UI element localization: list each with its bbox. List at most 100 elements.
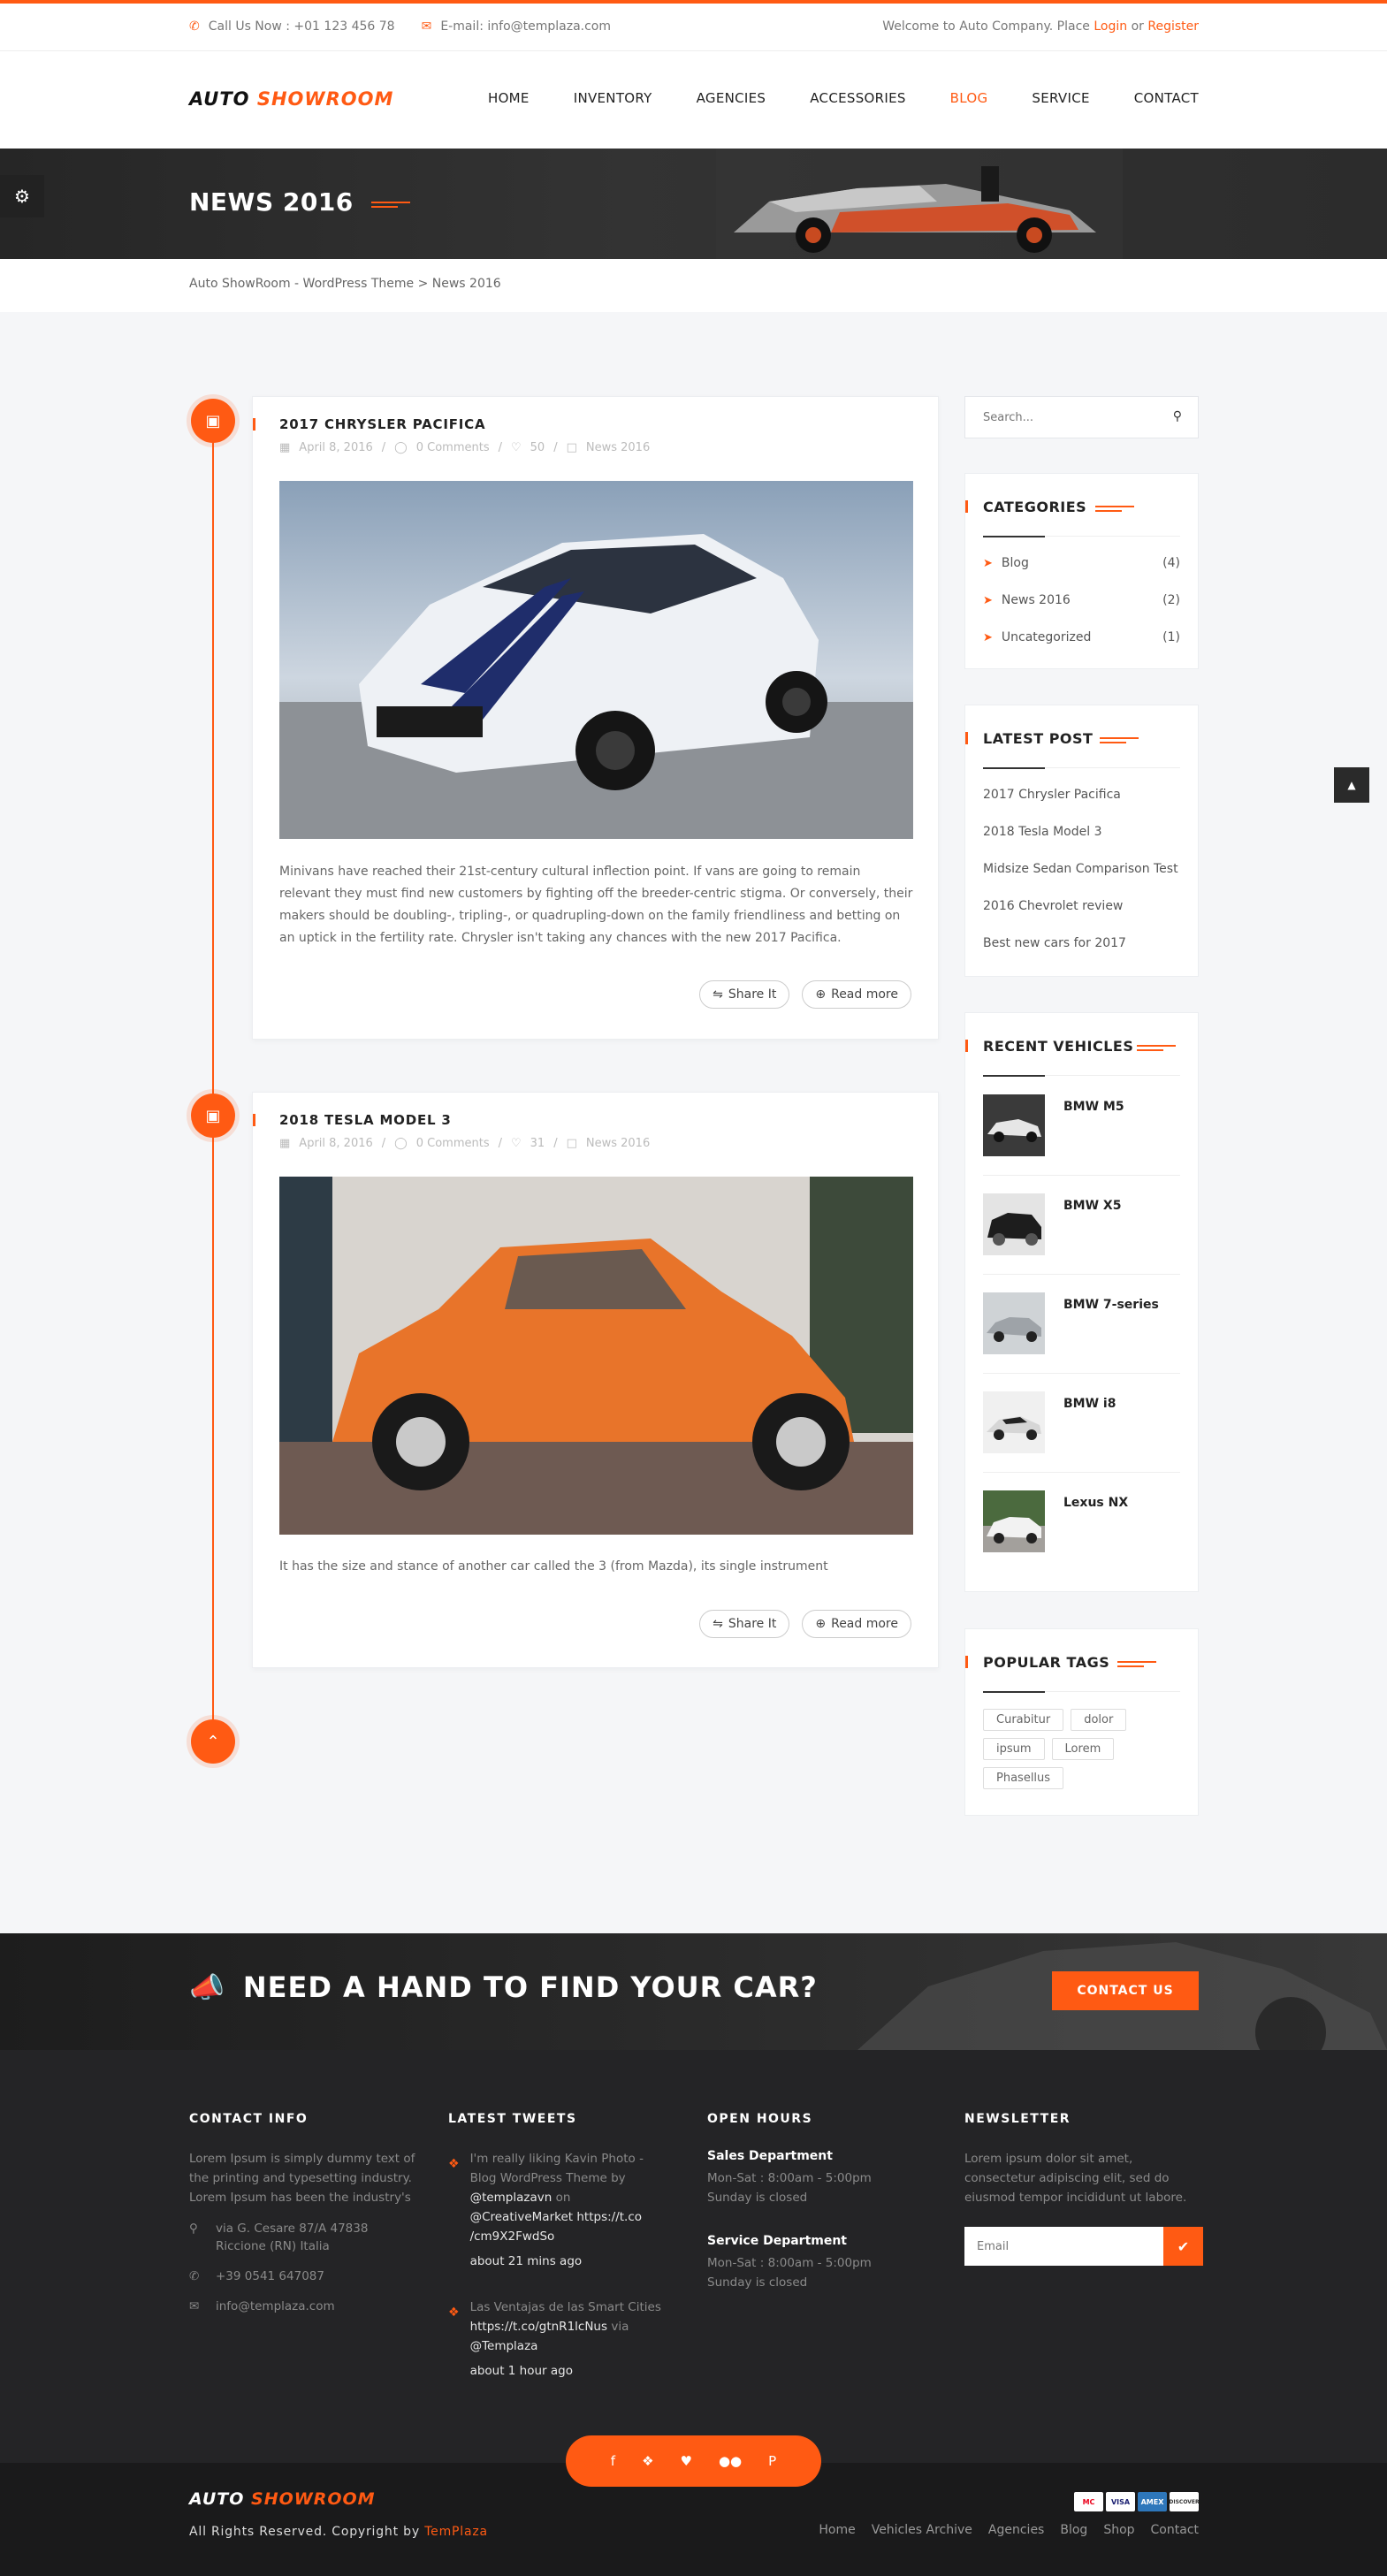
login-link[interactable]: Login xyxy=(1094,19,1127,34)
register-link[interactable]: Register xyxy=(1147,19,1199,34)
facebook-icon[interactable]: f xyxy=(611,2453,615,2469)
department-name: Service Department xyxy=(707,2234,847,2248)
heart-icon[interactable]: ♥ xyxy=(681,2453,692,2469)
tweet-mention[interactable]: @templazavn xyxy=(470,2191,553,2205)
latest-post-link[interactable]: Best new cars for 2017 xyxy=(983,936,1126,950)
tag-link[interactable]: Curabitur xyxy=(983,1709,1064,1731)
footer-link-home[interactable]: Home xyxy=(819,2523,855,2537)
post-title[interactable]: 2018 TESLA MODEL 3 xyxy=(279,1112,452,1128)
vehicle-item[interactable]: BMW M5 xyxy=(983,1077,1180,1176)
vehicle-thumbnail[interactable] xyxy=(983,1391,1045,1453)
vehicle-thumbnail[interactable] xyxy=(983,1490,1045,1552)
category-item[interactable]: ➤ Uncategorized (1) xyxy=(983,630,1180,644)
nav-agencies[interactable]: AGENCIES xyxy=(697,90,766,106)
nav-contact[interactable]: CONTACT xyxy=(1134,90,1199,106)
breadcrumb-home[interactable]: Auto ShowRoom - WordPress Theme xyxy=(189,277,414,291)
payment-cards: MC VISA AMEX DISCOVER xyxy=(1074,2492,1200,2511)
call-to-action-band: 📣 NEED A HAND TO FIND YOUR CAR? CONTACT U… xyxy=(0,1933,1387,2050)
latest-post-link[interactable]: 2017 Chrysler Pacifica xyxy=(983,788,1121,802)
department-name: Sales Department xyxy=(707,2149,833,2163)
envelope-icon: ✉ xyxy=(189,2299,200,2313)
vehicle-item[interactable]: BMW X5 xyxy=(983,1176,1180,1275)
site-logo[interactable]: AUTO SHOWROOM xyxy=(189,88,393,110)
footer-link-agencies[interactable]: Agencies xyxy=(988,2523,1044,2537)
title-decoration xyxy=(371,202,410,209)
page-title-banner: ⚙ NEWS 2016 xyxy=(0,149,1387,259)
white-mustang-image[interactable] xyxy=(279,481,913,839)
nav-service[interactable]: SERVICE xyxy=(1032,90,1089,106)
newsletter-email-input[interactable] xyxy=(964,2227,1163,2266)
caret-up-icon: ▲ xyxy=(1347,779,1356,791)
footer-link-vehicles-archive[interactable]: Vehicles Archive xyxy=(872,2523,972,2537)
read-more-button[interactable]: ⊕ Read more xyxy=(802,980,911,1009)
vehicle-thumbnail[interactable] xyxy=(983,1094,1045,1156)
nav-accessories[interactable]: ACCESSORIES xyxy=(810,90,905,106)
site-header: AUTO SHOWROOM HOME INVENTORY AGENCIES AC… xyxy=(0,51,1387,149)
footer-link-blog[interactable]: Blog xyxy=(1060,2523,1087,2537)
post-marker xyxy=(253,418,255,431)
widget-title: CATEGORIES xyxy=(983,499,1087,515)
tweet-mention[interactable]: @Templaza xyxy=(470,2339,538,2353)
map-marker-icon: ⚲ xyxy=(189,2222,198,2236)
nav-inventory[interactable]: INVENTORY xyxy=(574,90,652,106)
newsletter-form: ✔ xyxy=(964,2227,1203,2266)
vehicle-item[interactable]: BMW i8 xyxy=(983,1374,1180,1473)
vehicle-thumbnail[interactable] xyxy=(983,1292,1045,1354)
tweet-link[interactable]: @CreativeMarket https://t.co /cm9X2FwdSo xyxy=(470,2210,642,2244)
footer-link-contact[interactable]: Contact xyxy=(1151,2523,1199,2537)
tweet-link[interactable]: https://t.co/gtnR1lcNus xyxy=(470,2320,607,2334)
email[interactable]: ✉ info@templaza.com xyxy=(189,2298,423,2315)
scroll-up-chevron-icon[interactable]: ⌃ xyxy=(191,1719,235,1764)
post-title[interactable]: 2017 CHRYSLER PACIFICA xyxy=(279,416,485,432)
latest-post-link[interactable]: Midsize Sedan Comparison Test xyxy=(983,862,1178,876)
top-email[interactable]: ✉ E-mail: info@templaza.com xyxy=(422,19,611,34)
newsletter-submit-button[interactable]: ✔ xyxy=(1163,2227,1203,2266)
camera-icon: ▣ xyxy=(191,1094,235,1138)
footer-contact-info: CONTACT INFO Lorem Ipsum is simply dummy… xyxy=(189,2112,423,2315)
nav-home[interactable]: HOME xyxy=(488,90,530,106)
footer-open-hours: OPEN HOURS Sales Department Mon-Sat : 8:… xyxy=(707,2112,928,2292)
category-item[interactable]: ➤ News 2016 (2) xyxy=(983,593,1180,607)
widget-marker xyxy=(965,732,968,744)
vehicle-item[interactable]: Lexus NX xyxy=(983,1473,1180,1572)
settings-gear-icon[interactable]: ⚙ xyxy=(0,175,44,217)
widget-marker xyxy=(965,500,968,513)
tweet: ❖ Las Ventajas de las Smart Cities https:… xyxy=(448,2298,669,2381)
tweet-time: about 21 mins ago xyxy=(469,2254,583,2268)
search-input[interactable] xyxy=(965,397,1160,438)
flickr-icon[interactable]: ●● xyxy=(719,2453,742,2469)
plus-circle-icon: ⊕ xyxy=(815,1617,827,1631)
site-footer: CONTACT INFO Lorem Ipsum is simply dummy… xyxy=(0,2050,1387,2463)
orange-beetle-image[interactable] xyxy=(279,1177,913,1535)
mastercard-icon: MC xyxy=(1074,2492,1103,2511)
blog-post: 2017 CHRYSLER PACIFICA ▦ April 8, 2016/ ◯… xyxy=(252,396,939,1040)
post-excerpt: It has the size and stance of another ca… xyxy=(279,1559,828,1574)
contact-us-button[interactable]: CONTACT US xyxy=(1052,1971,1199,2010)
twitter-icon[interactable]: ❖ xyxy=(642,2453,653,2469)
footer-logo[interactable]: AUTO SHOWROOM xyxy=(189,2489,376,2509)
share-button[interactable]: ⇋ Share It xyxy=(699,980,790,1009)
pinterest-icon[interactable]: P xyxy=(768,2453,776,2469)
widget-marker xyxy=(965,1656,968,1668)
tag-link[interactable]: Lorem xyxy=(1051,1738,1115,1760)
footer-link-shop[interactable]: Shop xyxy=(1103,2523,1134,2537)
search-icon[interactable]: ⚲ xyxy=(1173,409,1182,423)
heart-icon: ♡ xyxy=(510,441,522,454)
vehicle-item[interactable]: BMW 7-series xyxy=(983,1275,1180,1374)
latest-post-link[interactable]: 2016 Chevrolet review xyxy=(983,899,1123,913)
welcome-text: Welcome to Auto Company. Place Login or … xyxy=(882,19,1199,34)
address: ⚲ via G. Cesare 87/A 47838 Riccione (RN) I… xyxy=(189,2222,369,2253)
read-more-button[interactable]: ⊕ Read more xyxy=(802,1610,911,1638)
tag-link[interactable]: Phasellus xyxy=(983,1767,1064,1789)
breadcrumb-bar: Auto ShowRoom - WordPress Theme > News 2… xyxy=(0,259,1387,312)
check-icon: ✔ xyxy=(1177,2237,1190,2255)
back-to-top-button[interactable]: ▲ xyxy=(1334,767,1369,803)
tag-link[interactable]: ipsum xyxy=(983,1738,1045,1760)
tag-link[interactable]: dolor xyxy=(1071,1709,1127,1731)
share-button[interactable]: ⇋ Share It xyxy=(699,1610,790,1638)
latest-post-link[interactable]: 2018 Tesla Model 3 xyxy=(983,825,1101,839)
vehicle-thumbnail[interactable] xyxy=(983,1193,1045,1255)
category-item[interactable]: ➤ Blog (4) xyxy=(983,556,1180,570)
templaza-link[interactable]: TemPlaza xyxy=(424,2525,488,2539)
nav-blog[interactable]: BLOG xyxy=(950,90,988,106)
